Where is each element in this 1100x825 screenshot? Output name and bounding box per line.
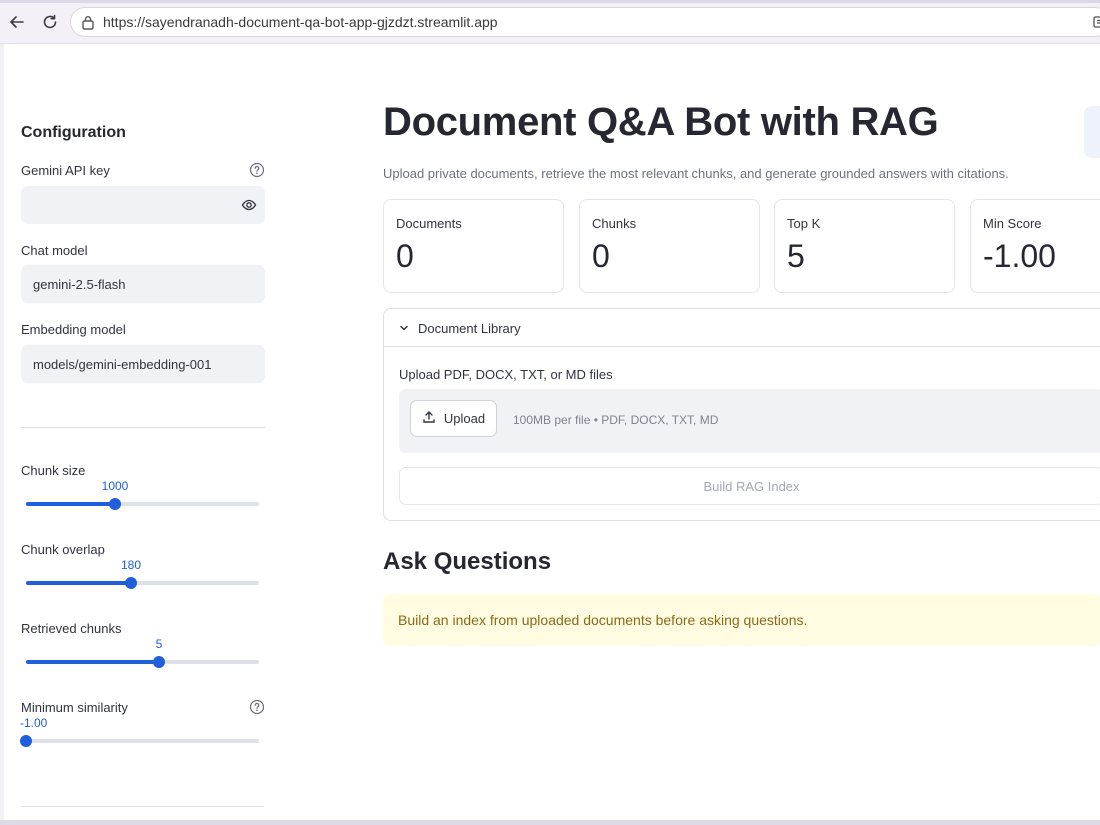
slider-value: 1000 [101,479,129,493]
minimum-similarity-slider[interactable]: -1.00 [20,716,259,748]
slider-value: 180 [120,558,142,572]
help-icon[interactable] [249,699,265,715]
slider-value: -1.00 [20,716,48,730]
eye-icon[interactable] [241,197,257,216]
slider-fill [26,660,159,664]
upload-button[interactable]: Upload [410,400,497,437]
window-bottom-edge [0,820,1100,825]
slider-thumb[interactable] [153,656,165,668]
slider-fill [26,502,115,506]
sidebar-panel: Configuration Gemini API key Chat model … [4,44,285,825]
metric-value: 0 [396,238,414,274]
chat-model-input[interactable]: gemini-2.5-flash [21,265,265,303]
document-library-expander: Document Library Upload PDF, DOCX, TXT, … [383,308,1100,521]
metric-documents: Documents 0 [383,199,564,293]
metric-value: 5 [787,238,805,274]
metric-value: -1.00 [983,238,1056,274]
address-bar[interactable]: https://sayendranadh-document-qa-bot-app… [70,7,1100,37]
metric-label: Min Score [983,216,1042,231]
file-dropzone[interactable]: Upload 100MB per file • PDF, DOCX, TXT, … [399,389,1100,453]
embedding-model-label: Embedding model [21,322,126,337]
slider-thumb[interactable] [20,735,32,747]
build-index-button[interactable]: Build RAG Index [399,467,1100,505]
warning-alert: Build an index from uploaded documents b… [383,594,1100,646]
tab-strip [0,0,1100,3]
expander-header[interactable]: Document Library [384,309,1100,347]
main-content: Document Q&A Bot with RAG Upload private… [286,44,1100,825]
page-title: Document Q&A Bot with RAG [383,100,939,144]
url-text: https://sayendranadh-document-qa-bot-app… [103,14,498,30]
chat-model-label: Chat model [21,243,88,258]
sidebar-divider [21,427,266,428]
upload-button-label: Upload [443,411,486,426]
metric-value: 0 [592,238,610,274]
chunk-overlap-label: Chunk overlap [21,542,105,557]
chat-model-value: gemini-2.5-flash [33,276,126,292]
page-subtitle: Upload private documents, retrieve the m… [383,166,1009,181]
help-icon[interactable] [249,162,265,178]
slider-track [26,739,259,743]
slider-fill [26,581,131,585]
retrieved-chunks-slider[interactable]: 5 [26,637,259,669]
slider-thumb[interactable] [125,577,137,589]
embedding-model-input[interactable]: models/gemini-embedding-001 [21,345,265,383]
upload-label: Upload PDF, DOCX, TXT, or MD files [399,367,613,382]
expander-title: Document Library [418,321,521,336]
api-key-input[interactable] [21,186,265,224]
sidebar-title: Configuration [21,124,126,141]
api-key-label: Gemini API key [21,163,110,178]
upload-hint: 100MB per file • PDF, DOCX, TXT, MD [513,413,719,427]
metric-label: Documents [396,216,462,231]
metric-label: Chunks [592,216,637,231]
minimum-similarity-label: Minimum similarity [21,700,128,715]
metric-chunks: Chunks 0 [579,199,760,293]
slider-thumb[interactable] [109,498,121,510]
lock-icon [81,15,95,33]
sidebar-divider [21,806,264,807]
metric-min-score: Min Score -1.00 [970,199,1100,293]
ask-questions-title: Ask Questions [383,548,552,575]
chunk-size-label: Chunk size [21,463,86,478]
back-icon[interactable] [6,11,28,33]
browser-toolbar: https://sayendranadh-document-qa-bot-app… [0,0,1100,44]
metric-label: Top K [787,216,821,231]
sidebar: Configuration Gemini API key Chat model … [0,44,285,825]
embedding-model-value: models/gemini-embedding-001 [33,356,212,372]
chevron-down-icon [398,321,410,339]
reload-icon[interactable] [39,11,61,33]
slider-value: 5 [155,637,163,651]
chunk-overlap-slider[interactable]: 180 [26,558,259,590]
chunk-size-slider[interactable]: 1000 [26,479,259,511]
retrieved-chunks-label: Retrieved chunks [21,621,122,636]
metric-top-k: Top K 5 [774,199,955,293]
header-action-button[interactable] [1084,106,1100,158]
reader-view-icon[interactable] [1093,15,1100,32]
upload-icon [422,410,436,427]
